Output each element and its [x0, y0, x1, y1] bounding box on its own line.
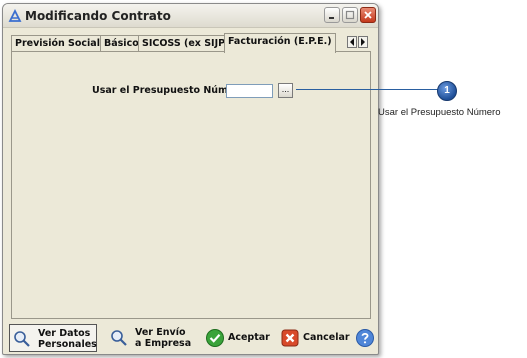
ver-envio-empresa-button[interactable]: Ver Envío a Empresa: [107, 324, 193, 352]
ver-datos-personales-button[interactable]: Ver Datos Personales: [9, 324, 97, 352]
tab-prevision-social[interactable]: Previsión Social: [11, 35, 104, 52]
bottom-toolbar: Ver Datos Personales Ver Envío a Empresa A…: [9, 324, 375, 352]
cancelar-label: Cancelar: [303, 332, 350, 343]
callout-description: Usar el Presupuesto Número: [378, 107, 501, 118]
aceptar-button[interactable]: Aceptar: [203, 324, 270, 352]
tab-scroll-left-button[interactable]: [347, 36, 357, 48]
tab-strip: Previsión Social Básico SICOSS (ex SIJP)…: [11, 33, 371, 53]
close-icon: [364, 11, 372, 19]
app-icon: [8, 9, 22, 22]
arrow-right-icon: [361, 38, 365, 46]
help-icon: [356, 329, 374, 347]
close-button[interactable]: [360, 7, 376, 23]
tab-facturacion[interactable]: Facturación (E.P.E.): [224, 33, 336, 53]
minimize-icon: [329, 17, 334, 19]
tab-basico[interactable]: Básico: [100, 35, 143, 52]
magnifier-icon: [14, 331, 30, 347]
tab-sicoss[interactable]: SICOSS (ex SIJP): [138, 35, 234, 52]
help-button[interactable]: [353, 324, 375, 352]
cancel-icon: [281, 329, 299, 347]
presupuesto-browse-button[interactable]: ...: [278, 83, 293, 98]
ver-datos-personales-label: Ver Datos Personales: [38, 328, 97, 350]
presupuesto-number-input[interactable]: [226, 84, 273, 98]
minimize-button[interactable]: [324, 7, 340, 23]
facturacion-panel: Usar el Presupuesto Número: ...: [11, 51, 371, 319]
cancelar-button[interactable]: Cancelar: [278, 324, 350, 352]
check-icon: [206, 329, 224, 347]
ver-envio-empresa-label: Ver Envío a Empresa: [135, 327, 192, 349]
magnifier-icon: [111, 330, 127, 346]
maximize-icon: [345, 10, 355, 20]
callout-connector-line: [296, 89, 439, 90]
aceptar-label: Aceptar: [228, 332, 270, 343]
maximize-button[interactable]: [342, 7, 358, 23]
modify-contract-window: Modificando Contrato Previsión Social Bá…: [2, 3, 379, 355]
callout-number-badge: 1: [437, 81, 457, 101]
tab-scroll-right-button[interactable]: [358, 36, 368, 48]
window-title: Modificando Contrato: [25, 9, 171, 23]
title-bar: Modificando Contrato: [3, 4, 378, 28]
arrow-left-icon: [350, 38, 354, 46]
